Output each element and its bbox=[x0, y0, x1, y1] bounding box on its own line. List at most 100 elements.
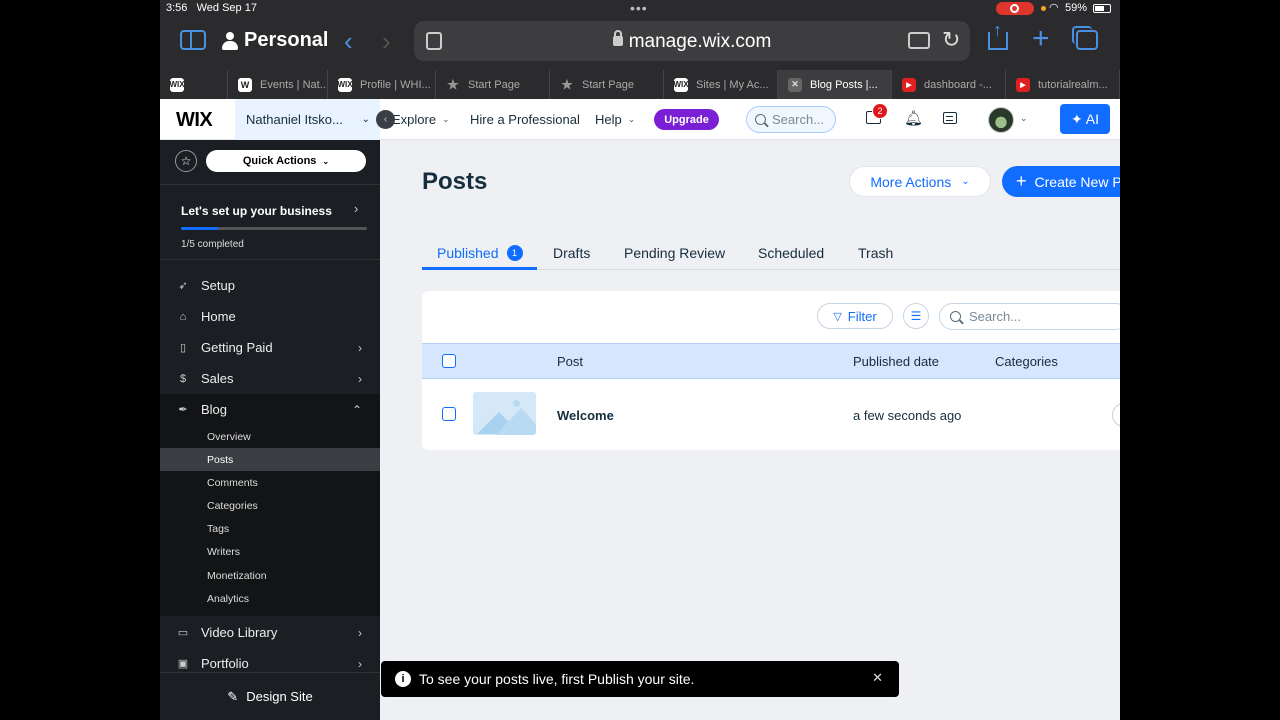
upgrade-button[interactable]: Upgrade bbox=[654, 109, 719, 130]
row-checkbox[interactable] bbox=[442, 407, 456, 421]
tab-drafts[interactable]: Drafts bbox=[553, 236, 590, 270]
screen-recording-icon bbox=[996, 2, 1034, 15]
header-search-input[interactable]: Search... bbox=[746, 106, 836, 133]
sidebar-item-home[interactable]: ⌂ Home bbox=[160, 301, 380, 332]
sidebar-item-getting-paid[interactable]: ▯ Getting Paid › bbox=[160, 332, 380, 363]
published-count-badge: 1 bbox=[506, 245, 523, 261]
row-more-actions-button[interactable] bbox=[1112, 403, 1120, 427]
share-icon: ↑ bbox=[993, 20, 1002, 40]
browser-tab[interactable]: WIX Sites | My Ac... bbox=[664, 70, 778, 99]
sidebar-subitem-writers[interactable]: Writers bbox=[160, 540, 380, 563]
create-new-post-button[interactable]: +Create New Post bbox=[1002, 166, 1120, 197]
browser-tab[interactable]: WIX bbox=[160, 70, 228, 99]
hire-professional-link[interactable]: Hire a Professional bbox=[470, 112, 580, 127]
chevron-right-icon: › bbox=[358, 625, 362, 640]
browser-tab[interactable]: WIX Profile | WHI... bbox=[328, 70, 436, 99]
posts-tabs: Published 1 Drafts Pending Review Schedul… bbox=[422, 228, 1120, 270]
table-settings-button[interactable]: ☰ bbox=[903, 303, 929, 329]
filter-button[interactable]: ▽ Filter bbox=[817, 303, 893, 329]
help-menu[interactable]: Help ⌄ bbox=[595, 112, 635, 127]
close-tab-icon[interactable]: ✕ bbox=[788, 77, 802, 92]
person-icon bbox=[222, 31, 238, 50]
sidebar-subitem-comments[interactable]: Comments bbox=[160, 471, 380, 494]
filter-icon: ▽ bbox=[833, 310, 842, 323]
pencil-icon: ✎ bbox=[227, 688, 239, 704]
status-bar: 3:56 Wed Sep 17 ••• ◠ 59% bbox=[160, 0, 1120, 18]
star-icon: ★ bbox=[561, 76, 573, 92]
bell-icon[interactable]: 🔔︎ bbox=[904, 109, 923, 127]
browser-tab[interactable]: ★ Start Page bbox=[436, 70, 550, 99]
avatar[interactable] bbox=[988, 107, 1014, 133]
forward-button[interactable]: › bbox=[382, 26, 391, 57]
sidebar-item-sales[interactable]: $ Sales › bbox=[160, 363, 380, 394]
sidebar-toggle-icon[interactable] bbox=[180, 30, 206, 50]
address-bar[interactable]: manage.wix.com ↻ bbox=[414, 21, 970, 61]
tab-overview-button[interactable] bbox=[1072, 26, 1098, 50]
sidebar-subitem-analytics[interactable]: Analytics bbox=[160, 587, 380, 610]
publish-toast: i To see your posts live, first Publish … bbox=[381, 661, 899, 697]
select-all-checkbox[interactable] bbox=[442, 354, 456, 368]
quick-actions-button[interactable]: Quick Actions ⌄ bbox=[206, 150, 366, 172]
more-actions-button[interactable]: More Actions ⌄ bbox=[849, 166, 991, 197]
tab-scheduled[interactable]: Scheduled bbox=[758, 236, 824, 270]
new-tab-button[interactable]: + bbox=[1032, 22, 1050, 56]
table-row[interactable]: Welcome a few seconds ago bbox=[422, 379, 1120, 450]
browser-tab[interactable]: ▶ tutorialrealm... bbox=[1006, 70, 1120, 99]
collapse-sidebar-button[interactable]: ‹ bbox=[376, 110, 395, 129]
column-header-categories[interactable]: Categories bbox=[995, 354, 1058, 369]
browser-tab-active[interactable]: ✕ Blog Posts |... bbox=[778, 70, 892, 99]
table-search-input[interactable]: Search... bbox=[939, 303, 1120, 330]
news-icon[interactable] bbox=[943, 112, 957, 124]
browser-tab[interactable]: ▶ dashboard -... bbox=[892, 70, 1006, 99]
setup-progress-fill bbox=[181, 227, 219, 230]
column-header-published-date[interactable]: Published date bbox=[853, 354, 939, 369]
tab-trash[interactable]: Trash bbox=[858, 236, 893, 270]
ai-button[interactable]: ✦ AI bbox=[1060, 104, 1110, 134]
chevron-down-icon: ⌄ bbox=[442, 114, 450, 124]
status-time: 3:56 Wed Sep 17 bbox=[166, 2, 257, 14]
url-display[interactable]: manage.wix.com bbox=[414, 30, 970, 53]
sidebar-item-setup[interactable]: ➶ Setup bbox=[160, 270, 380, 301]
wix-top-bar: WIX Nathaniel Itsko... ⌄ Explore ⌄ Hire a… bbox=[160, 99, 1120, 140]
sidebar-subitem-categories[interactable]: Categories bbox=[160, 494, 380, 517]
privacy-indicator-icon bbox=[1041, 6, 1046, 11]
lock-icon bbox=[612, 30, 623, 46]
setup-checklist[interactable]: Let's set up your business › 1/5 complet… bbox=[160, 184, 380, 260]
star-icon: ★ bbox=[447, 76, 459, 92]
sidebar-subitem-tags[interactable]: Tags bbox=[160, 517, 380, 540]
extension-icon[interactable] bbox=[908, 32, 930, 49]
design-site-button[interactable]: ✎ Design Site bbox=[160, 672, 380, 720]
wix-favicon: WIX bbox=[673, 77, 689, 92]
tab-published[interactable]: Published 1 bbox=[437, 236, 523, 270]
star-icon[interactable]: ☆ bbox=[175, 150, 197, 172]
rocket-icon: ➶ bbox=[178, 280, 188, 292]
wix-logo[interactable]: WIX bbox=[176, 109, 213, 132]
chevron-right-icon: › bbox=[358, 340, 362, 355]
reload-icon[interactable]: ↻ bbox=[942, 27, 960, 53]
sidebar-item-video-library[interactable]: ▭ Video Library › bbox=[160, 617, 380, 648]
notification-badge: 2 bbox=[872, 103, 888, 119]
sidebar-item-blog[interactable]: ✒ Blog ⌃ bbox=[160, 394, 380, 425]
chevron-down-icon: ⌄ bbox=[627, 114, 636, 124]
site-name: Nathaniel Itsko... bbox=[246, 112, 343, 127]
setup-count: 1/5 completed bbox=[181, 239, 244, 250]
site-selector[interactable]: Nathaniel Itsko... ⌄ bbox=[235, 99, 380, 140]
back-button[interactable]: ‹ bbox=[344, 26, 353, 57]
sidebar-subitem-overview[interactable]: Overview bbox=[160, 425, 380, 448]
w-favicon: W bbox=[238, 77, 252, 92]
explore-menu[interactable]: Explore ⌄ bbox=[392, 112, 450, 127]
profile-switcher[interactable]: Personal bbox=[222, 29, 328, 52]
sidebar-subitem-posts[interactable]: Posts bbox=[160, 448, 380, 471]
ipad-screen: 3:56 Wed Sep 17 ••• ◠ 59% Personal ‹ › m… bbox=[160, 0, 1120, 720]
sidebar-subitem-monetization[interactable]: Monetization bbox=[160, 564, 380, 587]
posts-main: Posts More Actions⌄ +Create New Post Pub… bbox=[380, 140, 1120, 720]
close-icon[interactable]: ✕ bbox=[872, 670, 883, 686]
chevron-down-icon[interactable]: ⌄ bbox=[1020, 113, 1028, 124]
multitasking-dots[interactable]: ••• bbox=[630, 0, 648, 16]
setup-progress-bar bbox=[181, 227, 367, 230]
post-title[interactable]: Welcome bbox=[557, 408, 614, 423]
tab-pending-review[interactable]: Pending Review bbox=[624, 236, 725, 270]
column-header-post[interactable]: Post bbox=[557, 354, 583, 369]
browser-tab[interactable]: ★ Start Page bbox=[550, 70, 664, 99]
browser-tab[interactable]: W Events | Nat... bbox=[228, 70, 328, 99]
